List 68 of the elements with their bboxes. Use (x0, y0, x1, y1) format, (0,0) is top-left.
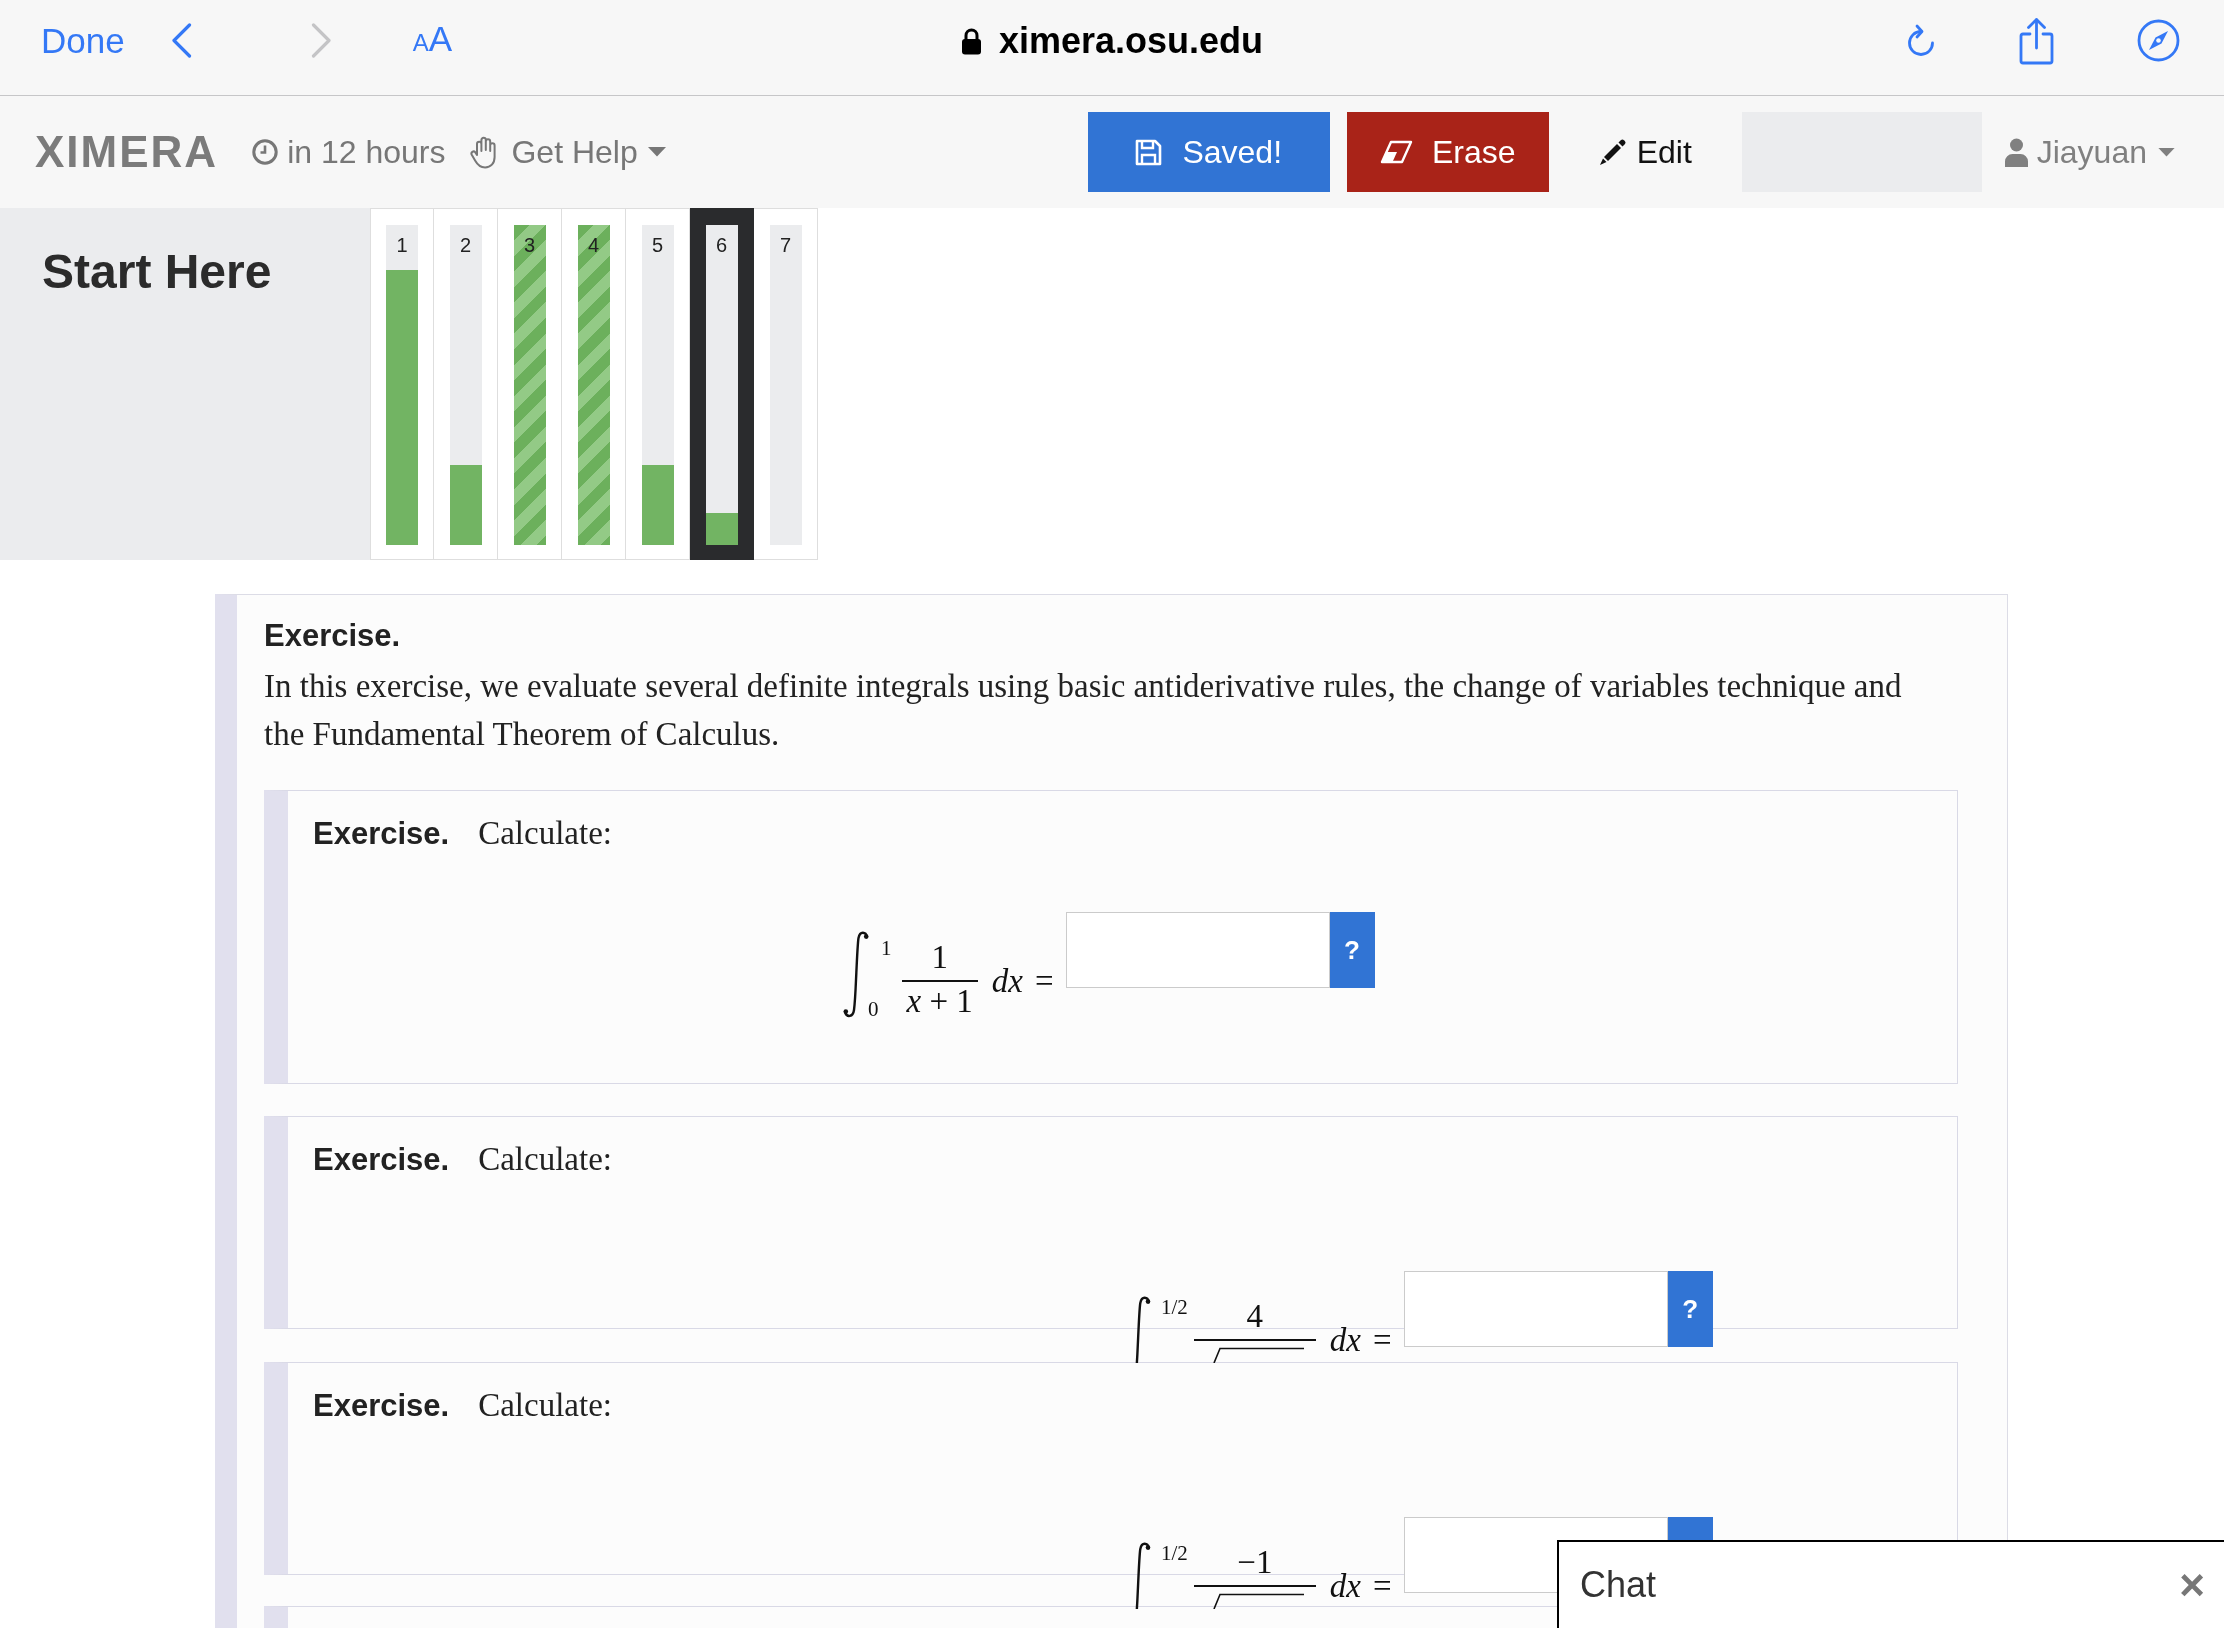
chat-title: Chat (1580, 1563, 1657, 1607)
url-text[interactable]: ximera.osu.edu (998, 18, 1264, 63)
activity-tab[interactable]: 4 (562, 208, 626, 560)
upper-limit: 1 (881, 936, 892, 960)
site-logo[interactable]: XIMERA (35, 127, 219, 177)
activity-tab[interactable]: 1 (370, 208, 434, 560)
caret-down-icon (2158, 147, 2175, 157)
eraser-icon (1379, 140, 1413, 164)
chevron-left-icon[interactable] (170, 23, 192, 58)
help-button[interactable]: ? (1667, 1271, 1713, 1347)
lock-icon (960, 26, 982, 55)
caret-down-icon (647, 147, 666, 157)
user-menu[interactable]: Jiayuan (2004, 132, 2175, 172)
section-title: Start Here (42, 244, 272, 300)
exercise-heading: Exercise. (313, 1387, 450, 1425)
erase-button[interactable]: Erase (1346, 112, 1549, 192)
equals-sign: = (1373, 1323, 1392, 1357)
integral-sign-icon (842, 930, 870, 1018)
help-button[interactable] (1667, 1517, 1713, 1541)
exercise-prompt: Calculate: (478, 1140, 612, 1179)
exercise-intro: In this exercise, we evaluate several definite integrals using basic antiderivative rules, the change of variables technique and the Fundamental Theorem of Calculus. (264, 667, 1903, 754)
save-button[interactable]: Saved! (1087, 112, 1330, 192)
upper-limit: 1/2 (1161, 1541, 1188, 1565)
numerator: 4 (1246, 1299, 1264, 1333)
differential: dx (1329, 1569, 1361, 1603)
equals-sign: = (1034, 964, 1054, 998)
equals-sign: = (1373, 1569, 1392, 1603)
numerator: −1 (1237, 1545, 1273, 1579)
reload-icon[interactable] (1905, 22, 1937, 59)
due-time: in 12 hours (287, 133, 446, 172)
done-button[interactable]: Done (41, 20, 125, 61)
lower-limit: 0 (868, 997, 879, 1021)
activity-tab[interactable]: 7 (754, 208, 818, 560)
numerator: 1 (931, 940, 948, 974)
activity-tab[interactable]: 3 (498, 208, 562, 560)
share-icon[interactable] (2018, 16, 2055, 65)
activity-number: 1 (396, 233, 408, 258)
clock-icon (252, 139, 279, 165)
get-help-menu[interactable]: Get Help (469, 132, 666, 172)
compass-icon[interactable] (2137, 19, 2180, 62)
exercise-heading: Exercise. (264, 617, 402, 655)
activity-number: 3 (523, 233, 536, 258)
exercise-heading: Exercise. (313, 815, 450, 853)
exercise-heading: Exercise. (313, 1141, 450, 1179)
denominator: x + 1 (905, 984, 974, 1018)
differential: dx (1329, 1323, 1361, 1357)
integral-sign-icon (1135, 1295, 1151, 1363)
close-button[interactable]: × (2179, 1563, 2205, 1607)
help-button[interactable]: ? (1329, 912, 1375, 988)
differential: dx (991, 964, 1023, 998)
text-size-button[interactable]: AA (412, 18, 453, 63)
exercise-prompt: Calculate: (478, 1386, 612, 1425)
activity-tab[interactable]: 6 (690, 208, 754, 560)
user-icon (2004, 137, 2028, 167)
upper-limit: 1/2 (1161, 1295, 1188, 1319)
exercise-prompt: Calculate: (478, 814, 612, 853)
activity-tab[interactable]: 5 (626, 208, 690, 560)
activity-tab[interactable]: 2 (434, 208, 498, 560)
pencil-icon (1598, 138, 1627, 166)
edit-button[interactable]: Edit (1564, 112, 1726, 192)
answer-field[interactable] (1065, 912, 1330, 988)
activity-number: 2 (459, 233, 472, 258)
integral-sign-icon (1135, 1541, 1151, 1609)
answer-field[interactable] (1403, 1271, 1668, 1347)
activity-number: 5 (651, 233, 664, 258)
activity-number: 4 (587, 233, 600, 258)
activity-number: 7 (779, 233, 792, 258)
activity-number: 6 (715, 233, 728, 258)
